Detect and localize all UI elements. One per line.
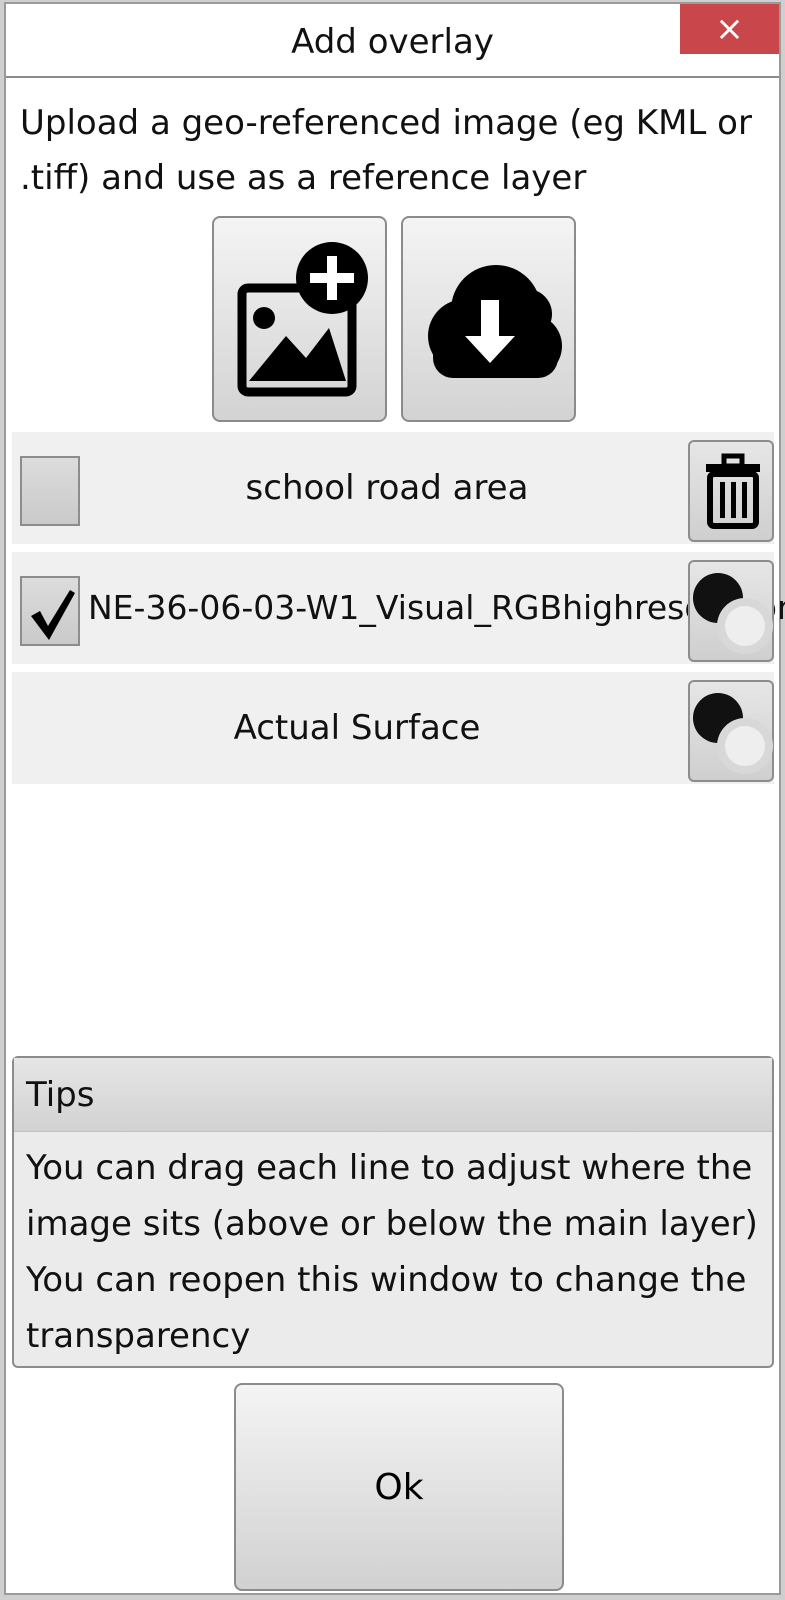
tips-header: Tips	[14, 1058, 772, 1132]
transparency-button[interactable]	[688, 680, 774, 782]
layer-row[interactable]: NE-36-06-03-W1_Visual_RGBhighresolution	[12, 552, 785, 664]
tips-title: Tips	[26, 1075, 95, 1115]
layer-checkbox[interactable]	[20, 576, 80, 646]
delete-layer-button[interactable]	[688, 440, 774, 542]
layer-checkbox[interactable]	[20, 456, 80, 526]
tips-panel: Tips You can drag each line to adjust wh…	[12, 1056, 774, 1368]
close-icon: ×	[715, 9, 744, 49]
ok-button[interactable]: Ok	[234, 1383, 564, 1591]
transparency-icon	[693, 693, 773, 774]
layer-label: NE-36-06-03-W1_Visual_RGBhighresolution	[88, 588, 785, 627]
dialog-description: Upload a geo-referenced image (eg KML or…	[20, 103, 752, 198]
layer-row[interactable]: school road area	[12, 432, 774, 544]
close-button[interactable]: ×	[680, 4, 779, 54]
dialog-title: Add overlay	[291, 22, 494, 62]
tip-text: You can drag each line to adjust where t…	[26, 1148, 758, 1244]
add-image-icon	[237, 242, 368, 397]
title-bar: Add overlay ×	[6, 4, 779, 78]
layer-label: Actual Surface	[233, 708, 481, 748]
cloud-download-icon	[428, 265, 562, 378]
transparency-button[interactable]	[688, 560, 774, 662]
checkmark-icon	[31, 590, 75, 640]
trash-icon	[706, 453, 760, 529]
tip-text: You can reopen this window to change the…	[26, 1260, 747, 1356]
upload-image-button[interactable]	[212, 216, 387, 422]
add-overlay-dialog: Add overlay × Upload a geo-referenced im…	[4, 2, 785, 1595]
layer-row[interactable]: Actual Surface	[12, 672, 774, 784]
layer-label: school road area	[245, 468, 529, 508]
transparency-icon	[693, 573, 773, 654]
tips-body: You can drag each line to adjust where t…	[26, 1140, 766, 1364]
download-overlay-button[interactable]	[401, 216, 576, 422]
